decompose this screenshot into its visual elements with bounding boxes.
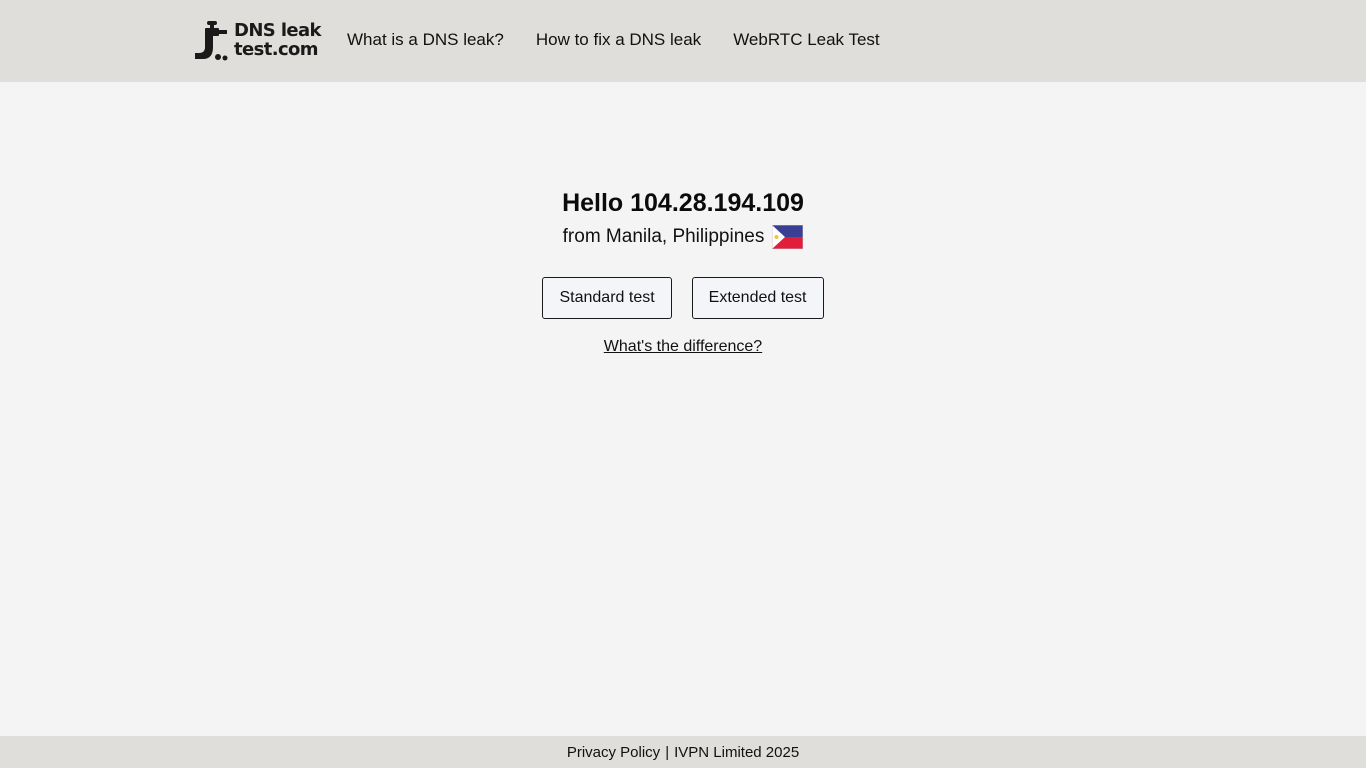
location-line: from Manila, Philippines bbox=[0, 225, 1366, 249]
difference-link-container: What's the difference? bbox=[0, 338, 1366, 356]
site-footer: Privacy Policy | IVPN Limited 2025 bbox=[0, 736, 1366, 768]
logo-text: DNS leak test.com bbox=[234, 20, 322, 60]
nav-what-is-dns-leak[interactable]: What is a DNS leak? bbox=[347, 30, 504, 50]
faucet-icon bbox=[195, 21, 228, 61]
nav-how-to-fix-dns-leak[interactable]: How to fix a DNS leak bbox=[536, 30, 701, 50]
site-logo[interactable]: DNS leak test.com bbox=[193, 18, 325, 62]
philippines-flag-icon bbox=[772, 225, 804, 249]
difference-link[interactable]: What's the difference? bbox=[604, 338, 762, 355]
site-header: DNS leak test.com What is a DNS leak? Ho… bbox=[0, 0, 1366, 82]
test-buttons: Standard test Extended test bbox=[0, 277, 1366, 319]
nav-webrtc-leak-test[interactable]: WebRTC Leak Test bbox=[733, 30, 879, 50]
main-nav: What is a DNS leak? How to fix a DNS lea… bbox=[347, 30, 880, 50]
extended-test-button[interactable]: Extended test bbox=[691, 277, 824, 319]
logo-line-1: DNS leak bbox=[234, 20, 322, 41]
footer-separator: | bbox=[665, 743, 670, 761]
hello-ip-heading: Hello 104.28.194.109 bbox=[562, 189, 804, 217]
footer-company: IVPN Limited 2025 bbox=[674, 743, 800, 761]
standard-test-button[interactable]: Standard test bbox=[542, 277, 672, 319]
privacy-policy-link[interactable]: Privacy Policy bbox=[567, 744, 660, 761]
logo-line-2: test.com bbox=[234, 39, 319, 60]
location-text: from Manila, Philippines bbox=[562, 226, 765, 247]
